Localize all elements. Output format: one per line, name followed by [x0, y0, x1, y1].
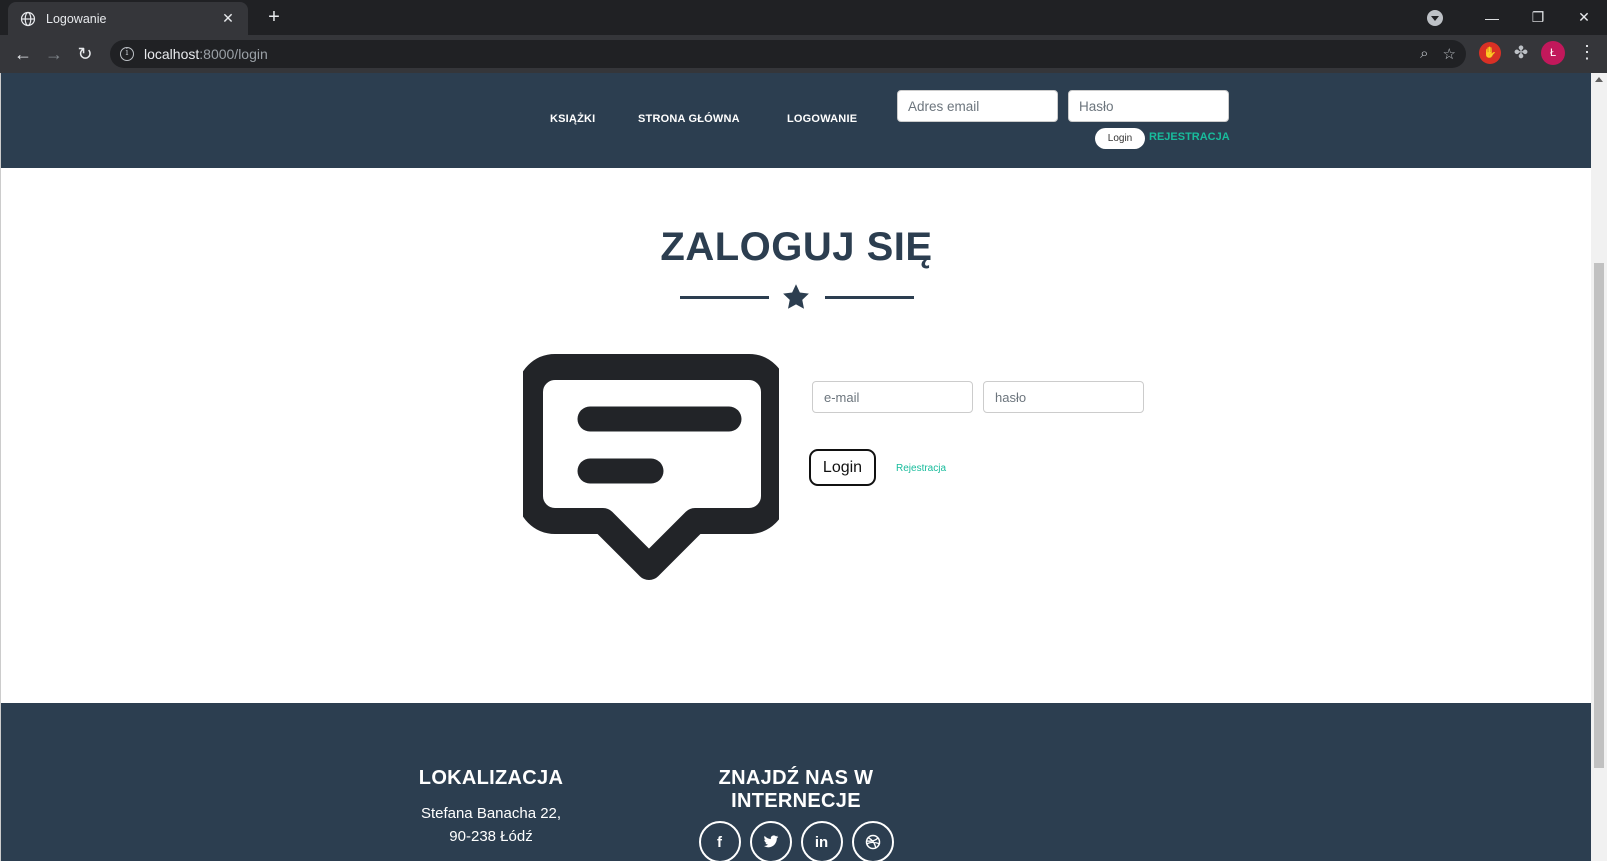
footer-location-title: LOKALIZACJA	[418, 767, 564, 789]
url-text: localhost:8000/login	[144, 46, 268, 62]
footer-address: Stefana Banacha 22, 90-238 Łódź	[420, 805, 562, 845]
dribbble-icon[interactable]	[851, 821, 894, 861]
reload-icon[interactable]: ↻	[72, 42, 98, 68]
password-field[interactable]	[983, 381, 1144, 413]
nav-link-login[interactable]: LOGOWANIE	[787, 113, 857, 125]
linkedin-icon[interactable]: in	[800, 821, 843, 861]
site-info-icon[interactable]: i	[120, 47, 134, 61]
nav-password-input[interactable]	[1068, 90, 1229, 122]
browser-tab[interactable]: Logowanie ✕	[8, 2, 248, 35]
twitter-icon[interactable]	[749, 821, 792, 861]
login-button[interactable]: Login	[809, 449, 876, 486]
close-tab-icon[interactable]: ✕	[220, 10, 236, 27]
globe-icon	[20, 11, 36, 26]
title-divider	[680, 282, 914, 312]
footer-location: LOKALIZACJA Stefana Banacha 22, 90-238 Łó…	[406, 767, 576, 848]
star-icon	[783, 284, 809, 309]
bookmark-star-icon[interactable]: ☆	[1443, 45, 1456, 63]
close-window-button[interactable]: ✕	[1561, 0, 1607, 35]
restore-button[interactable]: ❐	[1515, 0, 1561, 35]
adblock-extension-icon[interactable]: ✋	[1479, 42, 1501, 64]
scroll-up-arrow[interactable]	[1595, 77, 1603, 82]
nav-register-link[interactable]: REJESTRACJA	[1149, 131, 1230, 143]
browser-menu-icon[interactable]: ⋮	[1578, 40, 1596, 64]
zoom-icon[interactable]: ⌕	[1420, 45, 1428, 63]
tab-title: Logowanie	[46, 11, 107, 26]
site-footer: LOKALIZACJA Stefana Banacha 22, 90-238 Łó…	[1, 703, 1591, 861]
new-tab-button[interactable]: +	[262, 6, 286, 30]
back-icon[interactable]: ←	[10, 42, 36, 68]
extensions-puzzle-icon[interactable]: ✤	[1510, 42, 1532, 64]
nav-link-books[interactable]: KSIĄŻKI	[550, 113, 595, 125]
facebook-icon[interactable]: f	[698, 821, 741, 861]
footer-socials: ZNAJDŹ NAS W INTERNECJE f in	[681, 767, 911, 861]
tab-search-icon[interactable]	[1427, 9, 1443, 26]
footer-social-title: ZNAJDŹ NAS W INTERNECJE	[718, 767, 874, 812]
nav-link-home[interactable]: STRONA GŁÓWNA	[638, 113, 740, 125]
scrollbar-thumb[interactable]	[1594, 263, 1604, 768]
page-title: ZALOGUJ SIĘ	[660, 225, 933, 269]
chat-bubble-icon	[523, 354, 779, 580]
profile-avatar[interactable]: Ł	[1541, 41, 1565, 65]
nav-login-button[interactable]: Login	[1095, 128, 1145, 149]
email-field[interactable]	[812, 381, 973, 413]
register-link[interactable]: Rejestracja	[896, 463, 946, 474]
address-bar[interactable]: i localhost:8000/login ⌕ ☆	[110, 40, 1466, 68]
minimize-button[interactable]: —	[1469, 0, 1515, 35]
page-viewport: KSIĄŻKI STRONA GŁÓWNA LOGOWANIE Login RE…	[0, 73, 1591, 861]
forward-icon[interactable]: →	[41, 42, 67, 68]
browser-tab-bar: Logowanie ✕ + — ❐ ✕	[0, 0, 1607, 35]
browser-toolbar: ← → ↻ i localhost:8000/login ⌕ ☆	[0, 35, 1607, 73]
nav-email-input[interactable]	[897, 90, 1058, 122]
site-navbar: KSIĄŻKI STRONA GŁÓWNA LOGOWANIE Login RE…	[1, 73, 1591, 168]
page-scrollbar[interactable]	[1591, 73, 1607, 861]
